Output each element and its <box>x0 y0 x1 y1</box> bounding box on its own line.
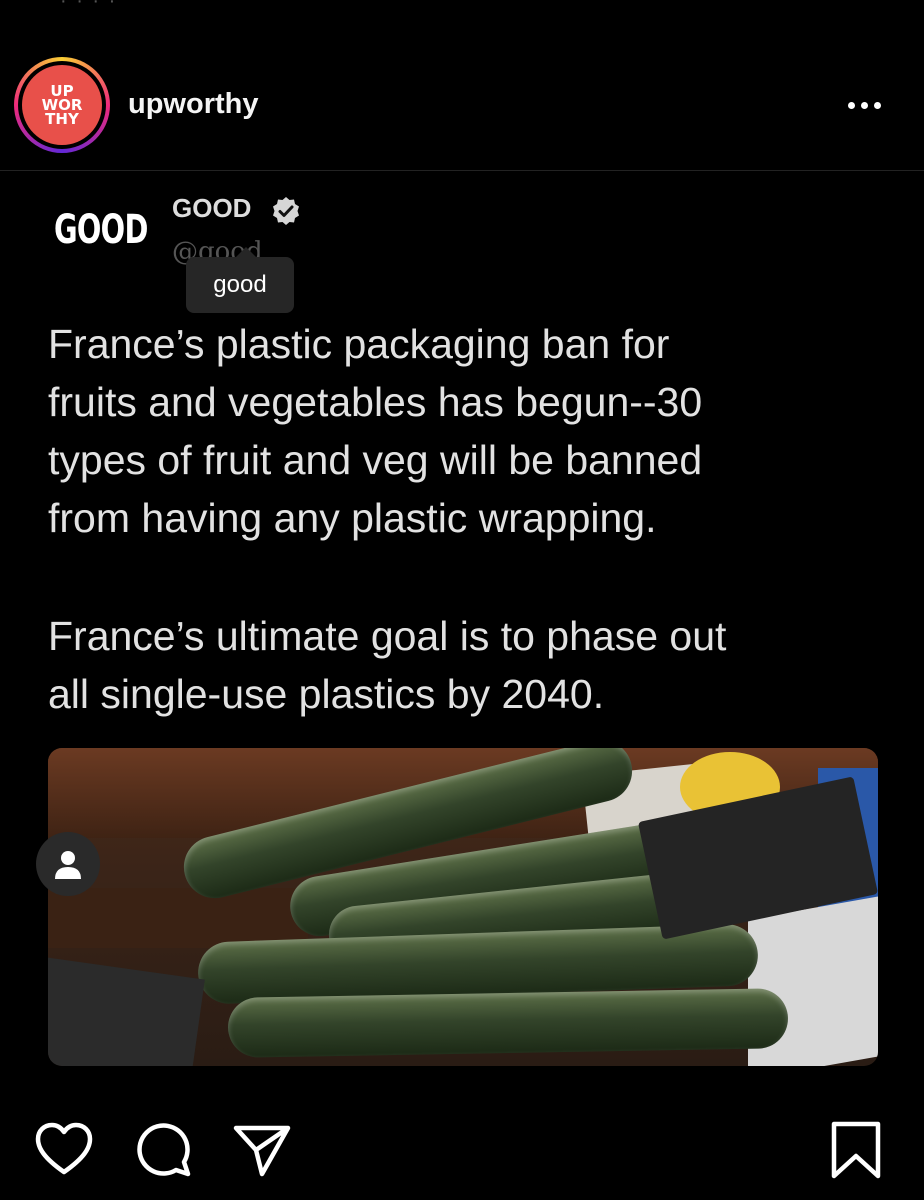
tagged-person-icon[interactable] <box>36 832 100 896</box>
tweet-paragraph-1: France’s plastic packaging ban for fruit… <box>48 321 703 541</box>
good-logo: GOOD <box>54 207 148 253</box>
heart-icon[interactable] <box>34 1120 94 1180</box>
tweet-card: GOOD GOOD @good good France’s plastic pa… <box>0 171 924 1071</box>
chalkboard-label-sign <box>48 957 205 1066</box>
username-tooltip: good <box>186 247 294 313</box>
tweet-photo[interactable] <box>48 748 878 1066</box>
tweet-paragraph-2: France’s ultimate goal is to phase out a… <box>48 613 727 717</box>
verified-badge-icon <box>273 197 299 225</box>
top-crop: · · · · <box>60 0 118 12</box>
post-actions-bar <box>0 1120 924 1200</box>
username[interactable]: upworthy <box>128 88 259 121</box>
more-horizontal-icon[interactable] <box>848 98 892 112</box>
share-icon[interactable] <box>232 1120 292 1180</box>
upworthy-logo: UP WOR THY <box>22 65 102 145</box>
wooden-crate-lower <box>48 888 308 948</box>
comment-icon[interactable] <box>134 1120 194 1180</box>
cucumber <box>227 988 789 1058</box>
post-header: UP WOR THY upworthy <box>0 40 924 170</box>
avatar[interactable]: UP WOR THY <box>14 57 110 153</box>
avatar-logo-line-3: THY <box>45 110 79 128</box>
bookmark-icon[interactable] <box>826 1120 886 1180</box>
tweet-author-name: GOOD <box>172 193 252 223</box>
